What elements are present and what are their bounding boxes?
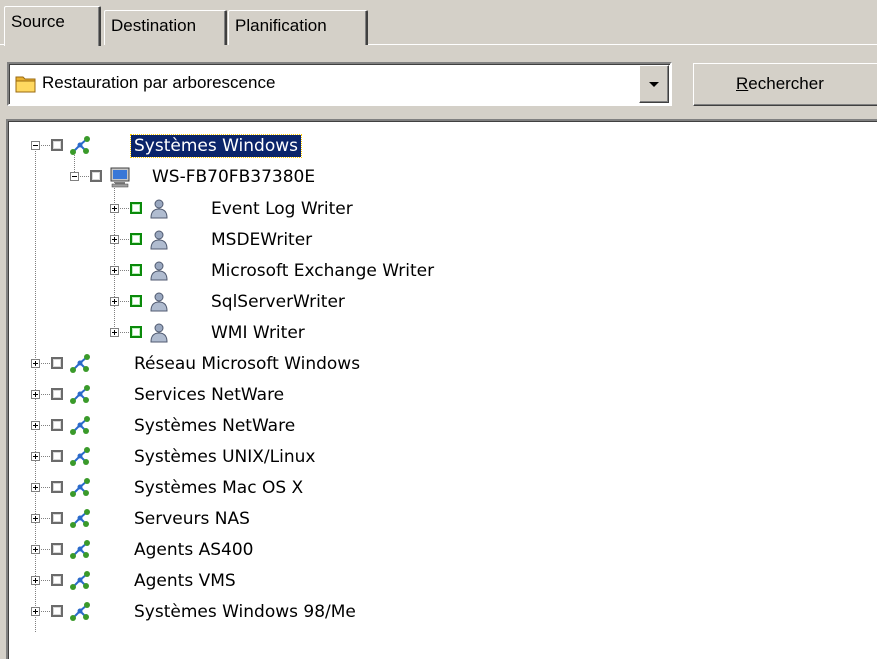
tree-connector <box>120 332 129 333</box>
search-button[interactable]: Rechercher <box>693 63 877 106</box>
tree-item-label: Systèmes Windows <box>130 134 302 158</box>
selection-checkbox[interactable] <box>51 543 63 555</box>
selection-checkbox[interactable] <box>130 264 142 276</box>
tree-connector <box>41 611 50 612</box>
selection-checkbox[interactable] <box>51 357 63 369</box>
expand-toggle[interactable] <box>110 297 119 306</box>
tree-item-label: Services NetWare <box>134 385 285 405</box>
tree-connector <box>41 456 50 457</box>
tree-item-label: Serveurs NAS <box>134 509 250 529</box>
tree-item-label: Event Log Writer <box>211 199 353 219</box>
folder-icon <box>15 76 36 93</box>
expand-toggle[interactable] <box>31 390 40 399</box>
tree-connector <box>41 145 50 146</box>
selection-checkbox[interactable] <box>51 388 63 400</box>
tab-baseline <box>368 44 877 45</box>
selection-checkbox[interactable] <box>51 450 63 462</box>
tree-item-label: Systèmes UNIX/Linux <box>134 447 316 467</box>
network-icon <box>70 136 90 155</box>
tab-destination[interactable]: Destination <box>104 10 227 45</box>
tree-connector <box>120 208 129 209</box>
tree-connector <box>120 239 129 240</box>
expand-toggle[interactable] <box>110 266 119 275</box>
expand-toggle[interactable] <box>110 204 119 213</box>
selection-checkbox[interactable] <box>51 419 63 431</box>
tree-item-label: Réseau Microsoft Windows <box>134 354 361 374</box>
tree-connector <box>41 549 50 550</box>
network-icon <box>70 540 90 559</box>
writer-icon <box>150 323 168 343</box>
view-select[interactable]: Restauration par arborescence <box>7 62 672 106</box>
selection-checkbox[interactable] <box>51 139 63 151</box>
expand-toggle[interactable] <box>110 235 119 244</box>
tree-item-label: Agents AS400 <box>134 540 254 560</box>
tree-item-label: Systèmes Mac OS X <box>134 478 304 498</box>
selection-checkbox[interactable] <box>51 605 63 617</box>
tree-connector <box>41 580 50 581</box>
dropdown-arrow-button[interactable] <box>639 65 669 103</box>
expand-toggle[interactable] <box>31 514 40 523</box>
view-select-value: Restauration par arborescence <box>42 73 276 92</box>
collapse-toggle[interactable] <box>31 141 40 150</box>
tree-connector <box>41 425 50 426</box>
network-icon <box>70 447 90 466</box>
tree-item-label: Systèmes NetWare <box>134 416 296 436</box>
tree-connector <box>41 518 50 519</box>
tree-connector <box>80 176 89 177</box>
search-button-label: echercher <box>748 74 824 93</box>
selection-checkbox[interactable] <box>130 295 142 307</box>
expand-toggle[interactable] <box>31 421 40 430</box>
tree-item-label: WMI Writer <box>211 323 305 343</box>
tree-connector <box>41 394 50 395</box>
expand-toggle[interactable] <box>31 483 40 492</box>
network-icon <box>70 478 90 497</box>
selection-checkbox[interactable] <box>51 481 63 493</box>
restore-tree[interactable]: Systèmes Windows WS-FB70FB37380E Event L… <box>6 119 877 659</box>
tree-item-label: SqlServerWriter <box>211 292 345 312</box>
selection-checkbox[interactable] <box>130 202 142 214</box>
collapse-toggle[interactable] <box>70 172 79 181</box>
writer-icon <box>150 199 168 219</box>
selection-checkbox[interactable] <box>130 326 142 338</box>
writer-icon <box>150 292 168 312</box>
tree-item-label: Agents VMS <box>134 571 236 591</box>
search-button-mnemonic: R <box>736 74 749 93</box>
selection-checkbox[interactable] <box>90 170 102 182</box>
network-icon <box>70 602 90 621</box>
network-icon <box>70 385 90 404</box>
selection-checkbox[interactable] <box>51 574 63 586</box>
expand-toggle[interactable] <box>31 452 40 461</box>
writer-icon <box>150 230 168 250</box>
selection-checkbox[interactable] <box>51 512 63 524</box>
network-icon <box>70 354 90 373</box>
expand-toggle[interactable] <box>31 545 40 554</box>
tab-planification[interactable]: Planification <box>228 10 368 45</box>
network-icon <box>70 509 90 528</box>
writer-icon <box>150 261 168 281</box>
tree-item-label: WS-FB70FB37380E <box>152 167 316 187</box>
expand-toggle[interactable] <box>110 328 119 337</box>
selection-checkbox[interactable] <box>130 233 142 245</box>
expand-toggle[interactable] <box>31 359 40 368</box>
tree-connector <box>120 270 129 271</box>
computer-icon <box>110 167 130 188</box>
network-icon <box>70 416 90 435</box>
tree-connector <box>41 487 50 488</box>
network-icon <box>70 571 90 590</box>
tab-source[interactable]: Source <box>4 6 101 46</box>
expand-toggle[interactable] <box>31 607 40 616</box>
tree-connector <box>120 301 129 302</box>
tree-connector <box>41 363 50 364</box>
tree-item-label: MSDEWriter <box>211 230 313 250</box>
expand-toggle[interactable] <box>31 576 40 585</box>
tab-strip: Source Destination Planification <box>0 0 877 46</box>
tree-item-label: Microsoft Exchange Writer <box>211 261 435 281</box>
tree-item-label: Systèmes Windows 98/Me <box>134 602 356 622</box>
